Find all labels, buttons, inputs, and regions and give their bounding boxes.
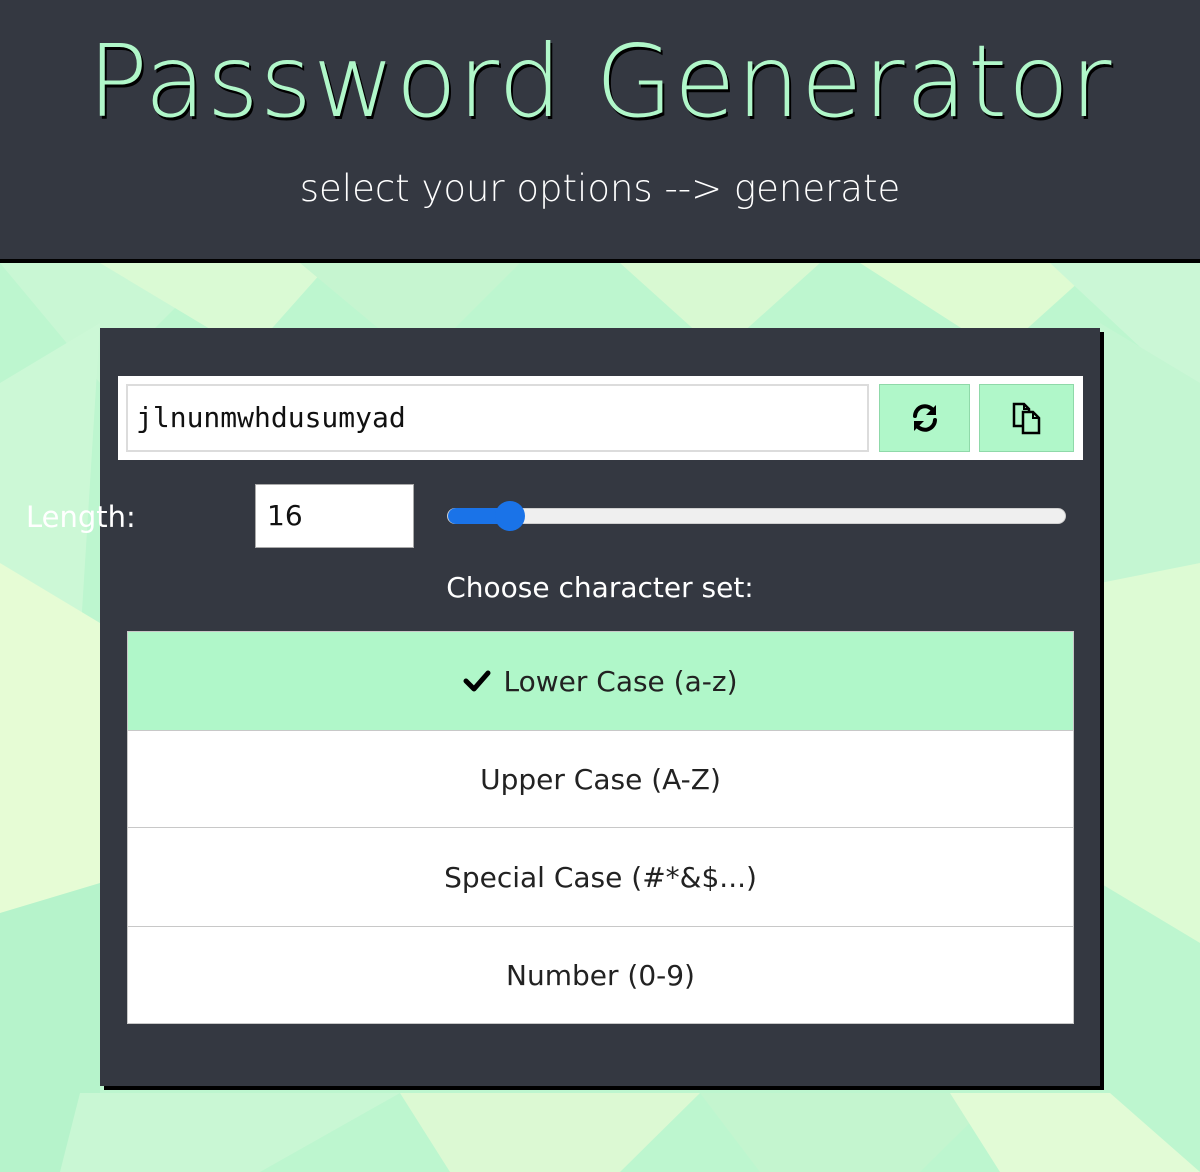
refresh-button[interactable] <box>879 384 970 452</box>
refresh-icon <box>912 404 937 432</box>
option-label: Upper Case (A-Z) <box>480 762 721 796</box>
length-input[interactable]: 16 <box>255 484 414 548</box>
password-output[interactable]: jlnunmwhdusumyad <box>126 384 869 452</box>
length-label: Length: <box>26 500 136 534</box>
option-lower-case[interactable]: Lower Case (a-z) <box>127 631 1074 731</box>
length-slider[interactable] <box>447 501 1066 531</box>
password-row: jlnunmwhdusumyad <box>118 376 1083 460</box>
option-special-case[interactable]: Special Case (#*&$...) <box>127 828 1074 927</box>
page-title: Password Generator <box>87 23 1113 140</box>
option-upper-case[interactable]: Upper Case (A-Z) <box>127 731 1074 828</box>
copy-button[interactable] <box>979 384 1074 452</box>
generator-card: jlnunmwhdusumyad 16 Choose character set… <box>100 328 1100 1086</box>
option-number[interactable]: Number (0-9) <box>127 927 1074 1024</box>
option-label: Special Case (#*&$...) <box>444 860 757 894</box>
copy-icon <box>1012 402 1040 435</box>
option-label: Number (0-9) <box>506 958 695 992</box>
page-header: Password Generator select your options -… <box>0 0 1200 263</box>
charset-options: Lower Case (a-z) Upper Case (A-Z) Specia… <box>127 631 1074 1024</box>
length-slider-thumb[interactable] <box>495 501 525 531</box>
page-subtitle: select your options --> generate <box>299 167 901 210</box>
charset-title: Choose character set: <box>446 571 754 604</box>
option-label: Lower Case (a-z) <box>503 664 738 698</box>
check-icon <box>463 670 491 692</box>
